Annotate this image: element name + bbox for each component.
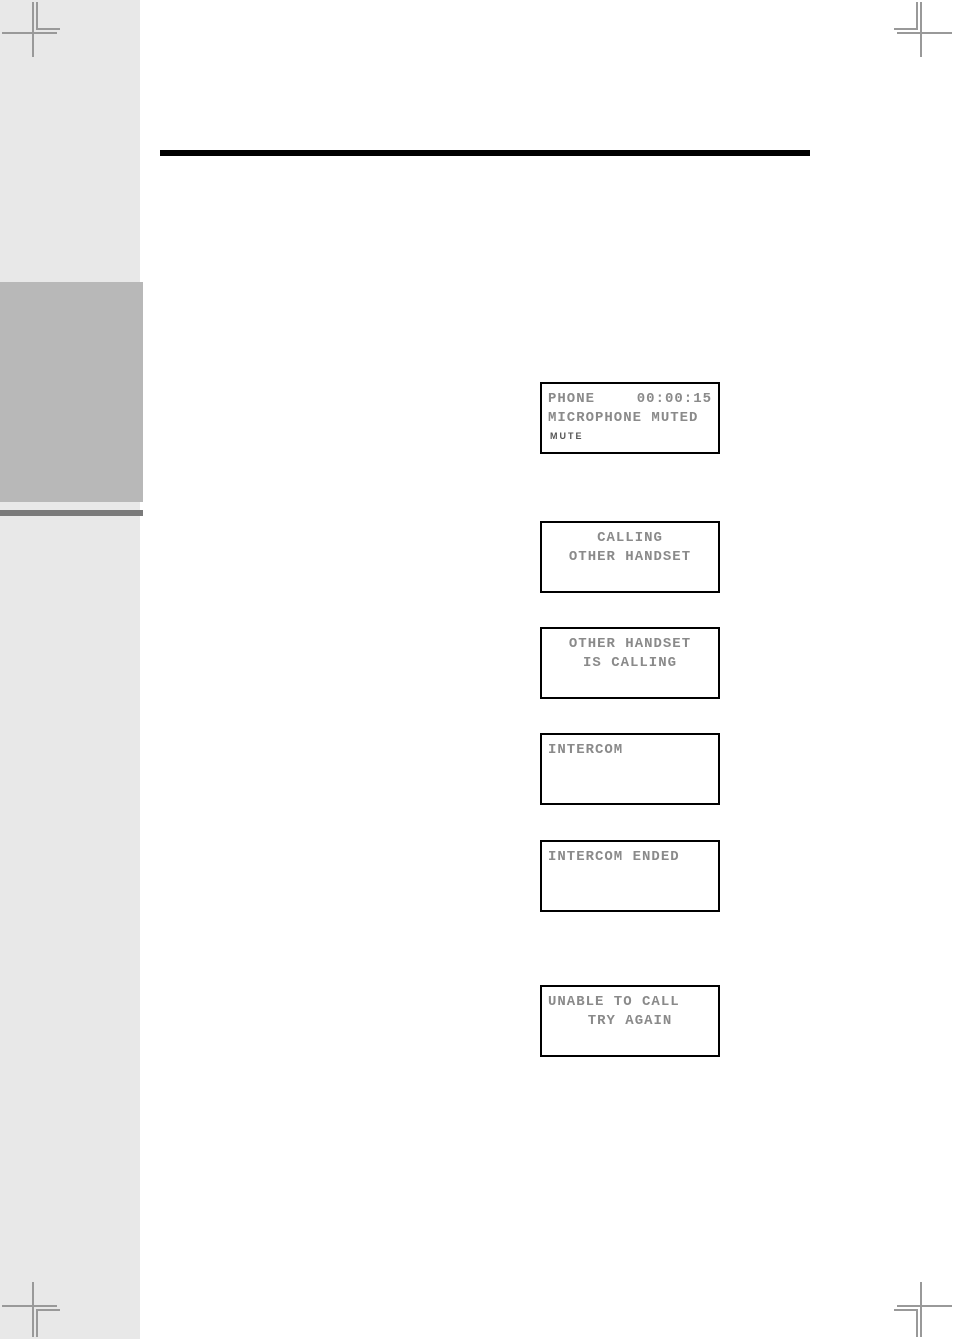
lcd-phone-label: PHONE — [548, 390, 595, 409]
lcd-line: UNABLE TO CALL — [548, 993, 712, 1012]
lcd-screen-unable: UNABLE TO CALL TRY AGAIN — [540, 985, 720, 1057]
sidebar-active-tab — [0, 282, 143, 502]
crop-mark-icon — [892, 1277, 952, 1337]
crop-mark-icon — [892, 2, 952, 62]
lcd-screen-intercom-ended: INTERCOM ENDED — [540, 840, 720, 912]
lcd-line: OTHER HANDSET — [548, 548, 712, 567]
lcd-line: IS CALLING — [548, 654, 712, 673]
lcd-line: OTHER HANDSET — [548, 635, 712, 654]
mute-icon: MUTE — [550, 430, 712, 442]
lcd-line: INTERCOM — [548, 741, 712, 760]
lcd-screen-intercom: INTERCOM — [540, 733, 720, 805]
lcd-mute-status: MICROPHONE MUTED — [548, 409, 712, 428]
lcd-line: TRY AGAIN — [548, 1012, 712, 1031]
lcd-screen-being-called: OTHER HANDSET IS CALLING — [540, 627, 720, 699]
lcd-screen-calling: CALLING OTHER HANDSET — [540, 521, 720, 593]
lcd-line: INTERCOM ENDED — [548, 848, 712, 867]
page-header-rule — [160, 150, 810, 156]
lcd-line: CALLING — [548, 529, 712, 548]
sidebar-background — [0, 0, 140, 1339]
crop-mark-icon — [2, 2, 62, 62]
sidebar-divider — [0, 510, 143, 516]
crop-mark-icon — [2, 1277, 62, 1337]
lcd-screen-mute: PHONE 00:00:15 MICROPHONE MUTED MUTE — [540, 382, 720, 454]
lcd-call-timer: 00:00:15 — [637, 390, 712, 409]
